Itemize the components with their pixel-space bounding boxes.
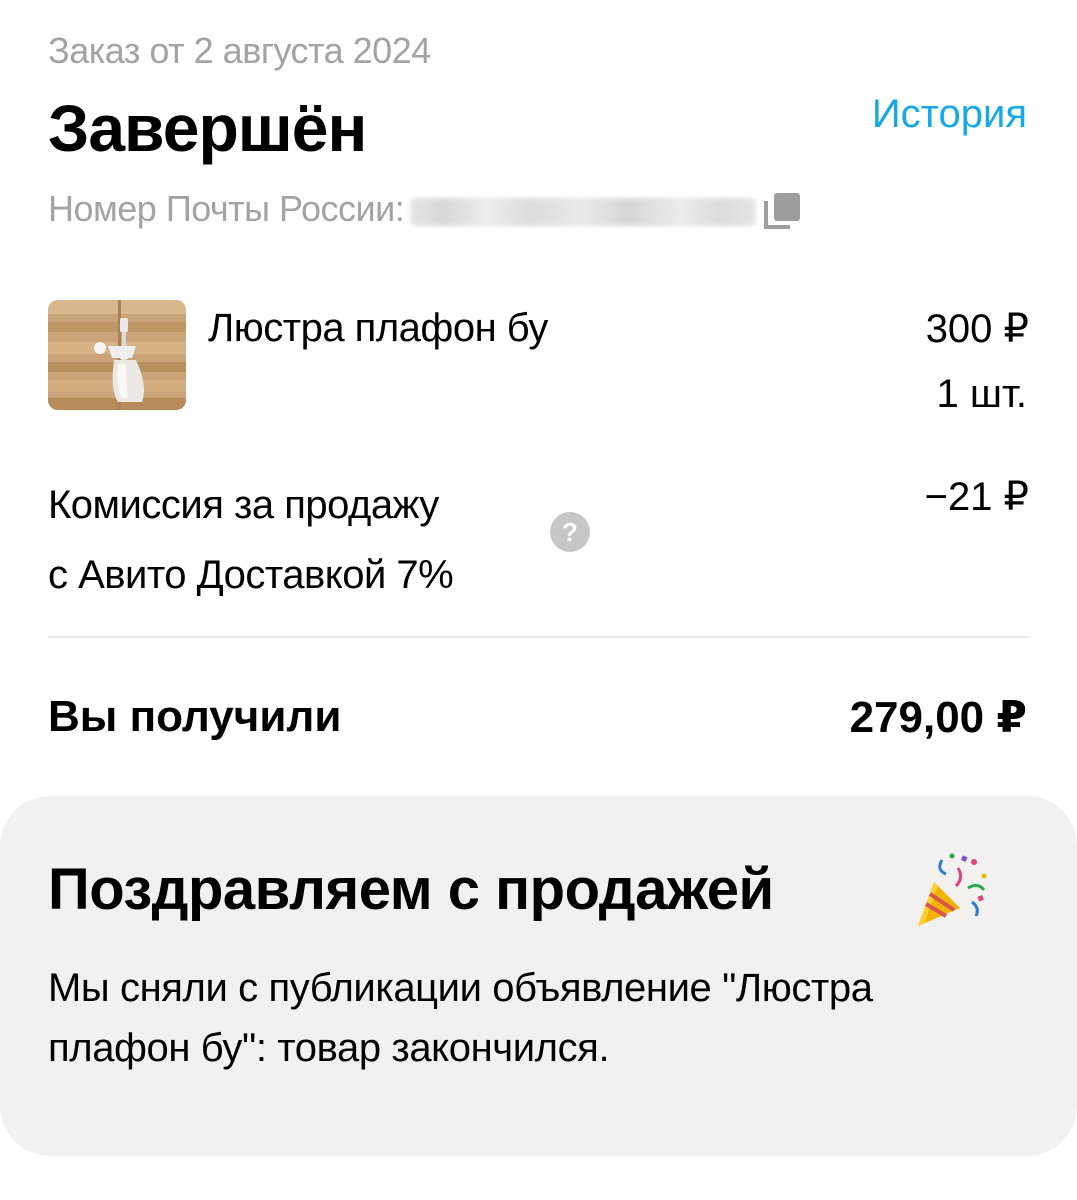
order-date: Заказ от 2 августа 2024 — [48, 30, 431, 71]
product-name[interactable]: Люстра плафон бу — [208, 306, 548, 351]
product-price: 300 ₽ — [925, 307, 1029, 351]
divider — [48, 636, 1029, 638]
help-icon[interactable]: ? — [550, 512, 590, 552]
congratulations-title: Поздравляем с продажей — [48, 857, 774, 922]
tracking-label: Номер Почты России: — [48, 188, 405, 229]
commission-label: Комиссия за продажу с Авито Доставкой 7% — [48, 470, 548, 610]
commission-value: −21 ₽ — [924, 475, 1029, 519]
history-link[interactable]: История — [872, 92, 1027, 137]
commission-label-line2: с Авито Доставкой 7% — [48, 553, 454, 597]
congratulations-message-line1: Мы сняли с публикации объявление "Люстра — [48, 966, 873, 1010]
copy-icon[interactable] — [762, 191, 802, 231]
tracking-number-row: Номер Почты России: — [48, 184, 802, 234]
congratulations-message-line2: плафон бу": товар закончился. — [48, 1026, 610, 1070]
commission-label-line1: Комиссия за продажу — [48, 483, 439, 527]
product-quantity: 1 шт. — [936, 372, 1027, 416]
congratulations-message: Мы сняли с публикации объявление "Люстра… — [48, 958, 1048, 1078]
total-received-label: Вы получили — [48, 692, 342, 741]
party-popper-icon — [912, 852, 990, 930]
total-received-value: 279,00 ₽ — [849, 693, 1027, 742]
order-status-title: Завершён — [48, 91, 367, 165]
tracking-number-redacted — [410, 198, 757, 226]
product-thumbnail[interactable] — [48, 300, 186, 410]
